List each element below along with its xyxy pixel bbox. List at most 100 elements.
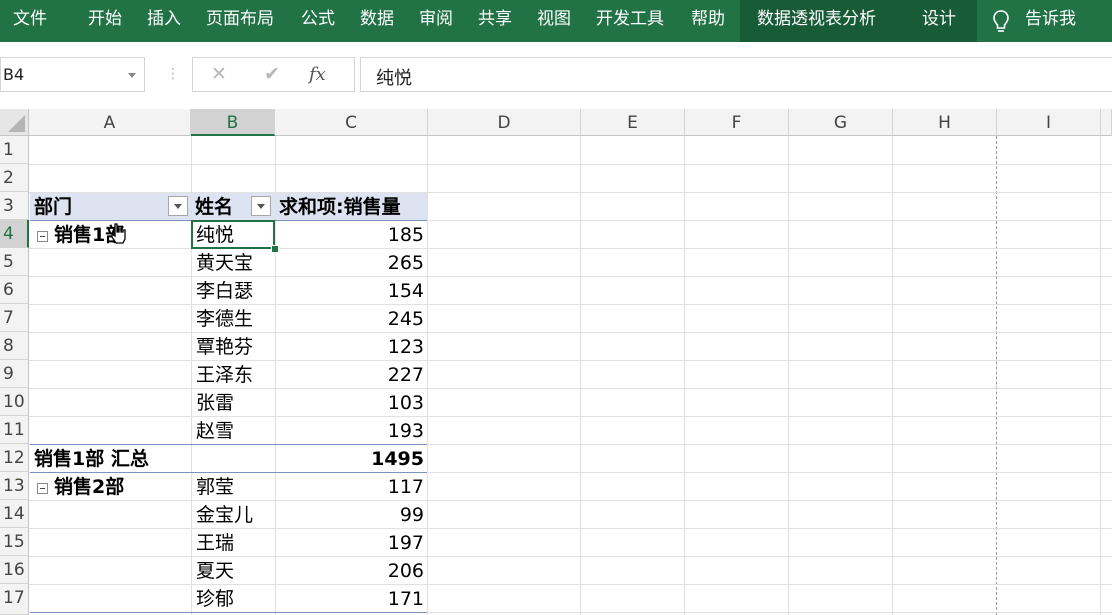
- pivot-row-name[interactable]: 郭莹: [196, 473, 234, 500]
- column-header-f[interactable]: F: [685, 109, 789, 136]
- fill-handle[interactable]: [271, 245, 279, 253]
- group-total-label[interactable]: 销售1部 汇总: [34, 445, 149, 472]
- tab-data[interactable]: 数据: [360, 0, 394, 42]
- row-header-10[interactable]: 10: [0, 388, 29, 416]
- formula-input-value: 纯悦: [376, 68, 412, 89]
- column-header-j-partial[interactable]: [1101, 109, 1112, 136]
- pivot-row-value[interactable]: 206: [279, 557, 424, 584]
- column-header-a[interactable]: A: [29, 109, 191, 136]
- row-header-12[interactable]: 12: [0, 444, 29, 472]
- dept-filter-dropdown-icon[interactable]: [168, 196, 188, 216]
- row-header-1[interactable]: 1: [0, 136, 29, 164]
- lightbulb-icon[interactable]: [991, 7, 1011, 37]
- row-header-5[interactable]: 5: [0, 248, 29, 276]
- group-label[interactable]: 销售2部: [54, 473, 124, 500]
- row-header-2[interactable]: 2: [0, 164, 29, 192]
- pivot-row-value[interactable]: 171: [279, 585, 424, 612]
- row-header-7[interactable]: 7: [0, 304, 29, 332]
- chevron-down-icon[interactable]: [128, 73, 136, 78]
- pivot-bottom-border: [30, 612, 427, 613]
- formula-buttons: ✕ ✔ fx: [192, 57, 355, 92]
- pivot-row-name[interactable]: 珍郁: [196, 585, 234, 612]
- gridline: [29, 276, 1112, 277]
- pivot-row-value[interactable]: 103: [279, 389, 424, 416]
- row-header-8[interactable]: 8: [0, 332, 29, 360]
- pivot-row-name[interactable]: 金宝儿: [196, 501, 253, 528]
- tab-design[interactable]: 设计: [922, 0, 956, 42]
- pivot-row-value[interactable]: 265: [279, 249, 424, 276]
- gridline: [29, 388, 1112, 389]
- gridline: [191, 136, 192, 615]
- row-header-17[interactable]: 17: [0, 584, 29, 615]
- pivot-row-value[interactable]: 227: [279, 361, 424, 388]
- row-header-14[interactable]: 14: [0, 500, 29, 528]
- pivot-header-name[interactable]: 姓名: [195, 193, 233, 220]
- gridline: [580, 136, 581, 615]
- formula-bar-grip-icon[interactable]: ⋮: [166, 67, 180, 81]
- pivot-row-name[interactable]: 张雷: [196, 389, 234, 416]
- pivot-row-value[interactable]: 154: [279, 277, 424, 304]
- pivot-row-name[interactable]: 李德生: [196, 305, 253, 332]
- tab-pivottable-analyze[interactable]: 数据透视表分析: [757, 0, 876, 42]
- pivot-row-name[interactable]: 赵雪: [196, 417, 234, 444]
- gridline: [29, 584, 1112, 585]
- pivot-row-value[interactable]: 197: [279, 529, 424, 556]
- column-header-i[interactable]: I: [997, 109, 1101, 136]
- column-header-e[interactable]: E: [581, 109, 685, 136]
- pivot-row-name[interactable]: 李白瑟: [196, 277, 253, 304]
- pivot-row-value[interactable]: 99: [279, 501, 424, 528]
- select-all-button[interactable]: [0, 109, 29, 136]
- tell-me-label[interactable]: 告诉我: [1025, 0, 1076, 42]
- group-total-value[interactable]: 1495: [279, 445, 424, 472]
- insert-function-icon[interactable]: fx: [309, 58, 326, 91]
- tab-review[interactable]: 审阅: [419, 0, 453, 42]
- row-header-9[interactable]: 9: [0, 360, 29, 388]
- tab-formulas[interactable]: 公式: [301, 0, 335, 42]
- formula-input[interactable]: 纯悦: [360, 57, 1112, 92]
- tab-insert[interactable]: 插入: [147, 0, 181, 42]
- row-header-4[interactable]: 4: [0, 220, 29, 248]
- pivot-row-value[interactable]: 185: [279, 221, 424, 248]
- gridline: [29, 500, 1112, 501]
- row-header-16[interactable]: 16: [0, 556, 29, 584]
- pivot-row-name[interactable]: 夏天: [196, 557, 234, 584]
- name-filter-dropdown-icon[interactable]: [251, 196, 271, 216]
- pivot-row-value[interactable]: 193: [279, 417, 424, 444]
- column-header-h[interactable]: H: [893, 109, 997, 136]
- name-box[interactable]: B4: [0, 57, 145, 92]
- pivot-header-sum[interactable]: 求和项:销售量: [279, 193, 401, 220]
- enter-icon[interactable]: ✔: [257, 58, 287, 91]
- selected-cell-outline[interactable]: [191, 220, 275, 249]
- tab-developer[interactable]: 开发工具: [596, 0, 664, 42]
- pivot-row-name[interactable]: 王瑞: [196, 529, 234, 556]
- pivot-row-value[interactable]: 117: [279, 473, 424, 500]
- column-header-b[interactable]: B: [191, 109, 275, 136]
- gridline: [29, 332, 1112, 333]
- collapse-group2-icon[interactable]: [37, 483, 48, 494]
- pivot-row-name[interactable]: 覃艳芬: [196, 333, 253, 360]
- row-header-15[interactable]: 15: [0, 528, 29, 556]
- tab-share[interactable]: 共享: [478, 0, 512, 42]
- row-header-11[interactable]: 11: [0, 416, 29, 444]
- cancel-icon[interactable]: ✕: [204, 58, 234, 91]
- gridline: [892, 136, 893, 615]
- row-header-13[interactable]: 13: [0, 472, 29, 500]
- tab-help[interactable]: 帮助: [691, 0, 725, 42]
- ribbon-tab-bar: 文件 开始 插入 页面布局 公式 数据 审阅 共享 视图 开发工具 帮助 数据透…: [0, 0, 1112, 42]
- collapse-group1-icon[interactable]: [37, 231, 48, 242]
- pivot-row-name[interactable]: 黄天宝: [196, 249, 253, 276]
- column-header-d[interactable]: D: [428, 109, 581, 136]
- row-header-3[interactable]: 3: [0, 192, 29, 220]
- pivot-row-name[interactable]: 王泽东: [196, 361, 253, 388]
- tab-home[interactable]: 开始: [88, 0, 122, 42]
- select-all-triangle-icon: [8, 115, 25, 132]
- tab-page-layout[interactable]: 页面布局: [206, 0, 274, 42]
- column-header-c[interactable]: C: [275, 109, 428, 136]
- pivot-row-value[interactable]: 245: [279, 305, 424, 332]
- column-header-g[interactable]: G: [789, 109, 893, 136]
- tab-file[interactable]: 文件: [13, 0, 47, 42]
- pivot-header-dept[interactable]: 部门: [34, 193, 72, 220]
- pivot-row-value[interactable]: 123: [279, 333, 424, 360]
- tab-view[interactable]: 视图: [537, 0, 571, 42]
- row-header-6[interactable]: 6: [0, 276, 29, 304]
